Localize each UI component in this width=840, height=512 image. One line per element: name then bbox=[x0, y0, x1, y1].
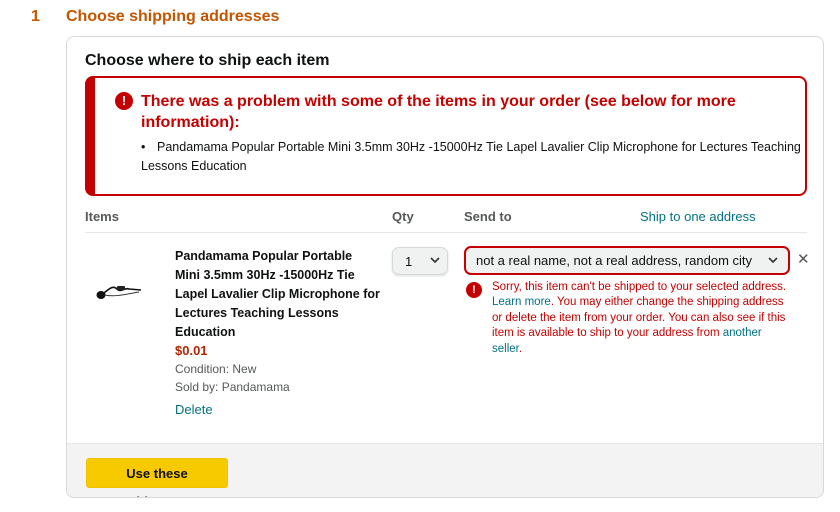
product-title[interactable]: Pandamama Popular Portable Mini 3.5mm 30… bbox=[175, 247, 380, 342]
error-alert: ! There was a problem with some of the i… bbox=[85, 76, 807, 196]
error-icon: ! bbox=[115, 92, 133, 110]
address-select[interactable]: not a real name, not a real address, ran… bbox=[464, 246, 790, 275]
alert-list-item: • Pandamama Popular Portable Mini 3.5mm 3… bbox=[141, 140, 801, 173]
qty-select[interactable]: 1 bbox=[392, 247, 448, 275]
step-title: Choose shipping addresses bbox=[66, 8, 280, 25]
close-icon[interactable]: ✕ bbox=[797, 250, 810, 268]
shipping-card: Choose where to ship each item ! There w… bbox=[66, 36, 824, 498]
column-items: Items bbox=[85, 209, 119, 224]
delete-link[interactable]: Delete bbox=[175, 402, 213, 417]
address-value: not a real name, not a real address, ran… bbox=[476, 253, 753, 268]
product-condition: Condition: New bbox=[175, 362, 257, 376]
chevron-down-icon bbox=[430, 257, 440, 264]
product-price: $0.01 bbox=[175, 343, 208, 358]
error-icon: ! bbox=[466, 282, 482, 298]
card-title: Choose where to ship each item bbox=[85, 52, 330, 69]
column-qty: Qty bbox=[392, 209, 414, 224]
alert-list: • Pandamama Popular Portable Mini 3.5mm 3… bbox=[141, 138, 801, 176]
column-headers: Items Qty Send to Ship to one address bbox=[85, 202, 807, 233]
card-footer: Use these addresses bbox=[67, 443, 823, 497]
ship-to-one-address-link[interactable]: Ship to one address bbox=[640, 209, 756, 224]
step-header: 1 Choose shipping addresses bbox=[0, 0, 840, 36]
product-seller: Sold by: Pandamama bbox=[175, 380, 290, 394]
learn-more-link[interactable]: Learn more bbox=[492, 296, 551, 308]
item-error-message: Sorry, this item can't be shipped to you… bbox=[492, 281, 787, 355]
use-these-addresses-button[interactable]: Use these addresses bbox=[86, 458, 228, 497]
alert-heading: There was a problem with some of the ite… bbox=[141, 93, 736, 131]
step-number: 1 bbox=[31, 8, 40, 25]
qty-value: 1 bbox=[405, 254, 413, 269]
product-image bbox=[96, 286, 142, 299]
column-send-to: Send to bbox=[464, 209, 512, 224]
chevron-down-icon bbox=[768, 257, 778, 264]
